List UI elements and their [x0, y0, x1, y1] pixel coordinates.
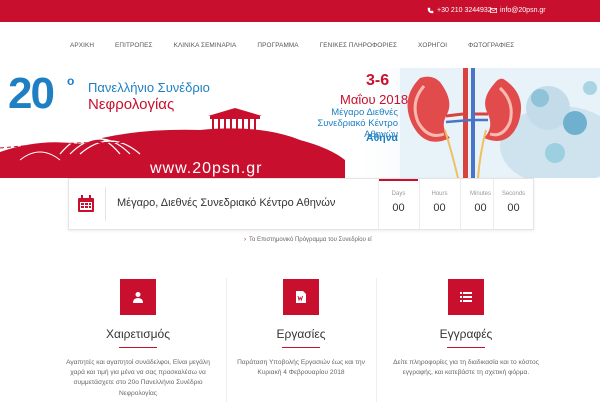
- congress-title-line1: Πανελλήνιο Συνέδριο: [88, 80, 210, 95]
- congress-title-line2: Νεφρολογίας: [88, 96, 175, 113]
- countdown-unit-label: Days: [391, 191, 406, 197]
- feature-papers[interactable]: Εργασίες Παράταση Υποβολής Εργασιών έως …: [221, 262, 381, 378]
- feature-underline: [447, 347, 485, 348]
- edition-superscript: ο: [67, 74, 75, 88]
- envelope-icon: [490, 8, 497, 13]
- feature-icon-box: [448, 279, 484, 315]
- feature-title: Χαιρετισμός: [106, 327, 170, 341]
- feature-text: Παράταση Υποβολής Εργασιών έως και την Κ…: [237, 359, 365, 377]
- nav-item-home[interactable]: ΑΡΧΙΚΗ: [70, 42, 94, 49]
- countdown-separator: [105, 187, 106, 221]
- edition-number: 20: [8, 69, 55, 118]
- countdown-unit-value: 00: [433, 202, 446, 214]
- nav-item-program[interactable]: ΠΡΟΓΡΑΜΜΑ: [257, 42, 298, 49]
- feature-underline: [282, 347, 320, 348]
- feature-registration[interactable]: Εγγραφές Δείτε πληροφορίες για τη διαδικ…: [386, 262, 546, 378]
- countdown-venue: Μέγαρο, Διεθνές Συνεδριακό Κέντρο Αθηνών: [117, 197, 336, 209]
- nav-item-sponsors[interactable]: ΧΟΡΗΓΟΙ: [418, 42, 447, 49]
- countdown-hours: Hours 00: [419, 179, 459, 229]
- congress-month: Μαΐου 2018: [340, 92, 409, 107]
- column-divider: [376, 278, 377, 402]
- calendar-icon: [78, 195, 94, 212]
- word-document-icon: [296, 291, 306, 303]
- countdown-unit-value: 00: [392, 202, 405, 214]
- congress-days: 3-6: [366, 72, 390, 89]
- main-nav: ΑΡΧΙΚΗ ΕΠΙΤΡΟΠΕΣ ΚΛΙΝΙΚΑ ΣΕΜΙΝΑΡΙΑ ΠΡΟΓΡ…: [0, 22, 600, 68]
- list-icon: [460, 292, 472, 302]
- program-notice[interactable]: › Το Επιστημονικό Πρόγραμμα του Συνεδρίου…: [244, 237, 372, 243]
- countdown-seconds: Seconds 00: [493, 179, 533, 229]
- phone-contact[interactable]: +30 210 3244932: [427, 7, 492, 14]
- feature-text: Αγαπητές και αγαπητοί συνάδελφοι, Είναι …: [66, 359, 210, 397]
- countdown-accent: [379, 179, 418, 181]
- feature-title: Εγγραφές: [439, 327, 493, 341]
- countdown-unit-value: 00: [507, 202, 520, 214]
- phone-icon: [427, 7, 434, 14]
- program-notice-text: Το Επιστημονικό Πρόγραμμα του Συνεδρίου …: [249, 237, 372, 243]
- phone-number: +30 210 3244932: [437, 7, 492, 14]
- countdown-unit-label: Hours: [431, 191, 448, 197]
- countdown-box: Μέγαρο, Διεθνές Συνεδριακό Κέντρο Αθηνών…: [68, 178, 534, 230]
- countdown-days: Days 00: [378, 179, 418, 229]
- feature-welcome[interactable]: Χαιρετισμός Αγαπητές και αγαπητοί συνάδε…: [58, 262, 218, 399]
- feature-icon-box: [283, 279, 319, 315]
- nav-item-clinical-seminars[interactable]: ΚΛΙΝΙΚΑ ΣΕΜΙΝΑΡΙΑ: [174, 42, 237, 49]
- nav-item-general-info[interactable]: ΓΕΝΙΚΕΣ ΠΛΗΡΟΦΟΡΙΕΣ: [320, 42, 397, 49]
- feature-text: Δείτε πληροφορίες για τη διαδικασία και …: [393, 359, 539, 377]
- congress-city: Αθήνα: [366, 132, 398, 144]
- nav-item-committees[interactable]: ΕΠΙΤΡΟΠΕΣ: [115, 42, 153, 49]
- congress-website: www.20psn.gr: [150, 160, 263, 177]
- countdown-unit-label: Seconds: [501, 191, 526, 197]
- feature-icon-box: [120, 279, 156, 315]
- feature-title: Εργασίες: [276, 327, 326, 341]
- user-icon: [133, 292, 143, 303]
- hero-banner: 20 ο Πανελλήνιο Συνέδριο Νεφρολογίας 3-6…: [0, 68, 600, 178]
- email-address: info@20psn.gr: [500, 7, 546, 14]
- email-contact[interactable]: info@20psn.gr: [490, 7, 546, 14]
- nav-item-photos[interactable]: ΦΩΤΟΓΡΑΦΙΕΣ: [468, 42, 514, 49]
- feature-underline: [119, 347, 157, 348]
- chevron-right-icon: ›: [244, 237, 246, 243]
- top-bar: +30 210 3244932 info@20psn.gr: [0, 0, 600, 22]
